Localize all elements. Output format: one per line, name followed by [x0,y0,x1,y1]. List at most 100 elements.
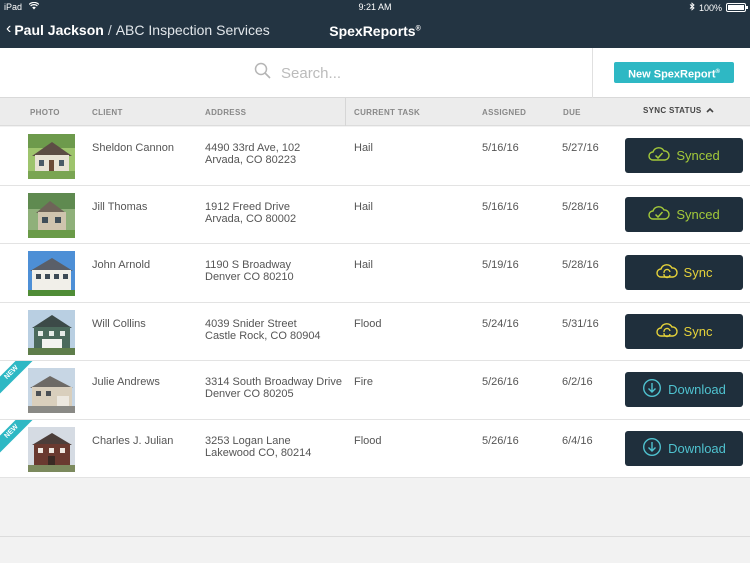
new-spexreport-label: New SpexReport [628,68,716,81]
current-task: Hail [354,142,373,154]
address-line-1: 3253 Logan Lane [205,434,291,447]
house-photo [28,134,75,179]
bluetooth-icon [689,2,695,13]
new-spexreport-button[interactable]: New SpexReport® [614,62,734,83]
client-name: John Arnold [92,259,151,271]
sync-button[interactable]: Sync [625,255,743,290]
breadcrumb-company: ABC Inspection Services [115,22,270,38]
nav-bar: ‹ Paul Jackson / ABC Inspection Services… [0,14,750,48]
address-line-1: 4039 Snider Street [205,317,297,330]
house-photo [28,251,75,296]
download-button[interactable]: Download [625,372,743,407]
sync-button[interactable]: Sync [625,313,743,349]
current-task: Hail [354,259,373,271]
column-current-task[interactable]: CURRENT TASK [354,108,420,117]
due-date: 6/2/16 [562,376,593,388]
search-divider [592,48,593,98]
search-input[interactable] [281,64,481,82]
sync-status-label: Sync [683,323,713,339]
column-due[interactable]: DUE [563,108,581,117]
column-divider [345,98,346,126]
search-icon [254,62,271,84]
table-row[interactable]: NEW Julie Andrews 3314 South Broadway Dr… [0,361,750,420]
cloud-sync-icon [655,322,678,341]
report-list: Sheldon Cannon 4490 33rd Ave, 102 Arvada,… [0,127,750,478]
battery-icon [726,3,748,12]
sync-status-label: Synced [676,148,720,163]
app-title-mark: ® [415,25,421,33]
new-spexreport-mark: ® [715,69,720,75]
due-date: 6/4/16 [562,434,593,447]
synced-button[interactable]: Synced [625,138,743,173]
cloud-sync-icon [655,263,678,282]
table-row[interactable]: John Arnold 1190 S Broadway Denver CO 802… [0,244,750,303]
client-name: Julie Andrews [92,376,160,388]
synced-button[interactable]: Synced [625,196,743,232]
address-line-1: 3314 South Broadway Drive [205,376,342,388]
assigned-date: 5/19/16 [482,259,519,271]
address: 1912 Freed Drive Arvada, CO 80002 [205,201,296,225]
due-date: 5/31/16 [562,317,599,330]
sync-status-label: Sync [683,265,713,280]
sync-status-label: Synced [676,206,720,222]
current-task: Flood [354,434,382,447]
assigned-date: 5/24/16 [482,317,519,330]
column-sync-status-label: SYNC STATUS [643,106,702,115]
assigned-date: 5/16/16 [482,142,519,154]
app-title-text: SpexReports [329,23,416,39]
address: 4490 33rd Ave, 102 Arvada, CO 80223 [205,142,300,166]
table-header: PHOTO CLIENT ADDRESS CURRENT TASK ASSIGN… [0,98,750,126]
assigned-date: 5/16/16 [482,200,519,213]
table-row[interactable]: Sheldon Cannon 4490 33rd Ave, 102 Arvada,… [0,127,750,186]
assigned-date: 5/26/16 [482,376,519,388]
column-assigned[interactable]: ASSIGNED [482,108,526,117]
address-line-2: Arvada, CO 80223 [205,154,297,166]
breadcrumb-user: Paul Jackson [14,22,104,38]
address-line-1: 1190 S Broadway [205,259,292,271]
address-line-2: Lakewood CO, 80214 [205,446,312,459]
address: 1190 S Broadway Denver CO 80210 [205,259,294,283]
sync-status-label: Download [668,382,726,397]
sync-status-label: Download [668,440,726,456]
search-box [254,62,481,84]
address-line-2: Denver CO 80210 [205,271,294,283]
address-line-1: 1912 Freed Drive [205,200,290,213]
battery-percent: 100% [698,2,722,13]
download-icon [642,378,662,401]
house-photo [28,309,75,355]
column-address[interactable]: ADDRESS [205,108,246,117]
client-name: Will Collins [92,317,146,330]
clock: 9:21 AM [358,2,392,12]
column-client[interactable]: CLIENT [92,108,123,117]
back-button[interactable]: ‹ Paul Jackson / ABC Inspection Services [6,20,270,38]
client-name: Charles J. Julian [92,434,174,447]
house-photo [28,368,75,413]
table-row[interactable]: Will Collins 4039 Snider Street Castle Ro… [0,302,750,361]
address: 3253 Logan Lane Lakewood CO, 80214 [205,435,311,459]
due-date: 5/27/16 [562,142,599,154]
current-task: Flood [354,317,382,330]
chevron-left-icon: ‹ [6,20,12,37]
table-row[interactable]: NEW Charles J. Julian 3253 Logan Lane Lak… [0,419,750,478]
cloud-check-icon [648,205,671,224]
cloud-check-icon [648,146,671,165]
column-photo: PHOTO [30,108,60,117]
chevron-up-icon [705,106,714,115]
address-line-1: 4490 33rd Ave, 102 [205,142,301,154]
download-button[interactable]: Download [625,430,743,466]
footer-divider [0,536,750,537]
house-photo [28,192,75,238]
address-line-2: Denver CO 80205 [205,388,294,400]
address: 3314 South Broadway Drive Denver CO 80205 [205,376,342,400]
address: 4039 Snider Street Castle Rock, CO 80904 [205,318,321,342]
address-line-2: Arvada, CO 80002 [205,212,297,225]
breadcrumb-separator: / [107,22,112,38]
column-sync-status[interactable]: SYNC STATUS [643,106,714,115]
client-name: Jill Thomas [92,200,148,213]
house-photo [28,426,75,472]
current-task: Hail [354,200,373,213]
table-row[interactable]: Jill Thomas 1912 Freed Drive Arvada, CO 8… [0,185,750,244]
download-icon [642,437,662,460]
due-date: 5/28/16 [562,259,599,271]
status-bar: iPad 9:21 AM 100% [0,0,750,14]
